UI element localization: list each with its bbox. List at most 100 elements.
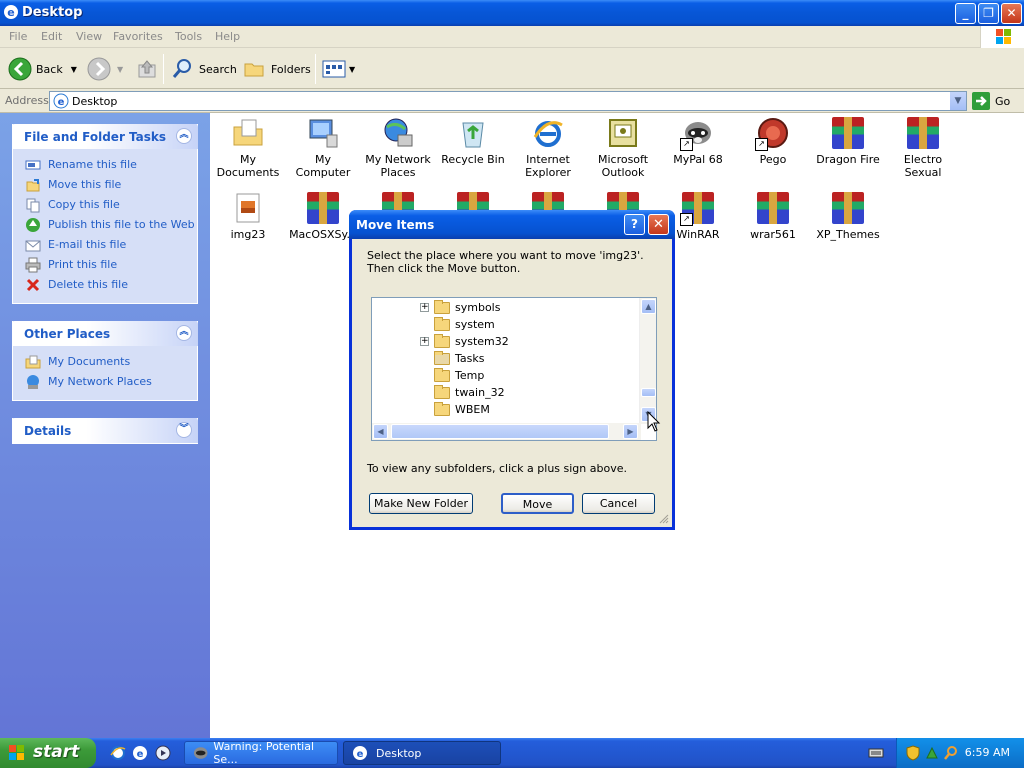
menu-tools[interactable]: Tools [175, 30, 202, 43]
file-folder-tasks-header[interactable]: File and Folder Tasks ︽ [12, 124, 198, 149]
other-places-panel: Other Places ︽ My Documents My Network P… [12, 321, 198, 401]
copy-file-link[interactable]: Copy this file [13, 195, 197, 215]
desktop-icon-dragon-fire[interactable]: Dragon Fire [811, 117, 885, 166]
quicklaunch-explorer-icon[interactable]: e [132, 745, 148, 761]
make-new-folder-button[interactable]: Make New Folder [369, 493, 473, 514]
address-dropdown-button[interactable]: ▼ [949, 92, 966, 110]
network-places-icon [27, 375, 39, 389]
keyboard-layout-icon[interactable] [868, 745, 884, 761]
desktop-icon-electro-sexual[interactable]: Electro Sexual [886, 117, 960, 179]
help-button[interactable]: ? [624, 214, 645, 235]
desktop-icon-img23[interactable]: img23 [211, 192, 285, 241]
network-tray-icon[interactable] [924, 745, 940, 761]
my-documents-link[interactable]: My Documents [13, 352, 197, 372]
start-button[interactable]: start [0, 738, 96, 768]
collapse-chevron-icon[interactable]: ︽ [176, 128, 192, 144]
scroll-right-button[interactable]: ▶ [623, 424, 638, 439]
folder-icon [434, 384, 450, 399]
network-places-icon [384, 118, 413, 147]
details-header[interactable]: Details ︾ [12, 418, 198, 443]
go-button[interactable]: Go [972, 92, 1010, 110]
cancel-button[interactable]: Cancel [582, 493, 655, 514]
tree-item-tasks[interactable]: Tasks [434, 350, 484, 367]
collapse-chevron-icon[interactable]: ︽ [176, 325, 192, 341]
windows-logo-icon [980, 26, 1024, 48]
desktop-icon-network-places[interactable]: My Network Places [361, 117, 435, 179]
folder-tree[interactable]: + symbols system + system32 Tasks Temp twa… [371, 297, 657, 441]
winrar-archive-icon [832, 192, 864, 224]
tree-item-symbols[interactable]: + symbols [420, 299, 500, 316]
delete-x-icon [26, 278, 40, 292]
folders-label: Folders [271, 62, 311, 76]
tree-item-system[interactable]: system [434, 316, 495, 333]
restore-button[interactable]: ❐ [978, 3, 999, 24]
desktop-icon-xp-themes[interactable]: XP_Themes [811, 192, 885, 241]
security-shield-icon[interactable] [905, 745, 921, 761]
clock[interactable]: 6:59 AM [965, 746, 1010, 759]
desktop-icon-internet-explorer[interactable]: Internet Explorer [511, 117, 585, 179]
quicklaunch-ie-icon[interactable] [110, 745, 126, 761]
minimize-button[interactable]: _ [955, 3, 976, 24]
desktop-location-icon: e [53, 93, 69, 109]
tree-item-temp[interactable]: Temp [434, 367, 484, 384]
taskbar-desktop-window[interactable]: e Desktop [343, 741, 501, 765]
move-file-link[interactable]: Move this file [13, 175, 197, 195]
views-button[interactable]: ▼ [322, 54, 355, 84]
rename-file-link[interactable]: Rename this file [13, 155, 197, 175]
my-network-places-link[interactable]: My Network Places [13, 372, 197, 392]
desktop-icon-outlook[interactable]: Microsoft Outlook [586, 117, 660, 179]
menu-view[interactable]: View [76, 30, 102, 43]
resize-grip-icon[interactable] [659, 514, 669, 524]
up-folder-button[interactable] [136, 54, 158, 84]
folders-button[interactable]: Folders [243, 54, 311, 84]
search-button[interactable]: Search [171, 54, 237, 84]
outlook-icon [609, 119, 637, 147]
menu-help[interactable]: Help [215, 30, 240, 43]
desktop-icon-wrar561[interactable]: wrar561 [736, 192, 810, 241]
desktop-icon-pego[interactable]: Pego [736, 117, 810, 166]
scroll-left-button[interactable]: ◀ [373, 424, 388, 439]
system-tray: 6:59 AM [896, 738, 1024, 768]
publish-web-link[interactable]: Publish this file to the Web [13, 215, 197, 235]
menu-favorites[interactable]: Favorites [113, 30, 163, 43]
desktop-icon-my-computer[interactable]: My Computer [286, 117, 360, 179]
window-titlebar[interactable]: e Desktop _ ❐ ✕ [0, 0, 1024, 26]
delete-file-link[interactable]: Delete this file [13, 275, 197, 295]
up-folder-icon [138, 60, 156, 78]
vertical-scrollbar[interactable]: ▲ ▼ [639, 298, 656, 424]
dialog-close-button[interactable]: ✕ [648, 214, 669, 235]
address-input[interactable]: e Desktop ▼ [49, 91, 967, 111]
horizontal-scrollbar[interactable]: ◀ ▶ [372, 423, 641, 440]
taskbar-warning-window[interactable]: Warning: Potential Se... [184, 740, 338, 766]
desktop-icon-mypal[interactable]: MyPal 68 [661, 117, 735, 166]
horizontal-scroll-thumb[interactable] [391, 424, 609, 439]
forward-button[interactable]: ▼ [87, 54, 123, 84]
move-button[interactable]: Move [501, 493, 574, 514]
desktop-icon-my-documents[interactable]: My Documents [211, 117, 285, 179]
quicklaunch-media-player-icon[interactable] [155, 745, 171, 761]
address-label: Address [5, 94, 49, 107]
other-places-header[interactable]: Other Places ︽ [12, 321, 198, 346]
vertical-scroll-thumb[interactable] [641, 388, 656, 397]
folder-icon [434, 401, 450, 416]
expand-chevron-icon[interactable]: ︾ [176, 422, 192, 438]
print-file-link[interactable]: Print this file [13, 255, 197, 275]
svg-text:e: e [58, 97, 65, 108]
menu-edit[interactable]: Edit [41, 30, 62, 43]
tree-item-wbem[interactable]: WBEM [434, 401, 490, 418]
close-button[interactable]: ✕ [1001, 3, 1022, 24]
expand-plus-icon[interactable]: + [420, 303, 429, 312]
desktop-icon-recycle-bin[interactable]: Recycle Bin [436, 117, 510, 166]
expand-plus-icon[interactable]: + [420, 337, 429, 346]
tree-item-twain32[interactable]: twain_32 [434, 384, 505, 401]
back-dropdown-icon[interactable]: ▼ [71, 65, 77, 74]
search-tray-icon[interactable] [943, 745, 959, 761]
dialog-titlebar[interactable]: Move Items ? ✕ [349, 210, 675, 239]
back-button[interactable]: Back ▼ [8, 54, 77, 84]
panel-title: Other Places [24, 327, 111, 341]
winrar-icon [680, 192, 714, 226]
scroll-up-button[interactable]: ▲ [641, 299, 656, 314]
email-file-link[interactable]: E-mail this file [13, 235, 197, 255]
menu-file[interactable]: File [9, 30, 27, 43]
tree-item-system32[interactable]: + system32 [420, 333, 509, 350]
